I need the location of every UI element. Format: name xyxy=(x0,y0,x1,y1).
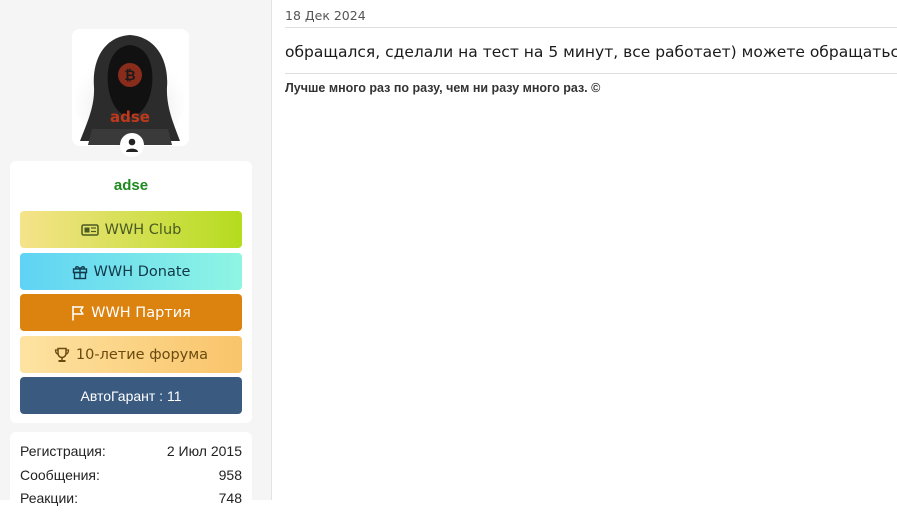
banner-label: 10-летие форума xyxy=(75,346,209,363)
stat-reactions: Реакции: 748 xyxy=(20,490,242,506)
post-date[interactable]: 18 Дек 2024 xyxy=(285,8,366,23)
gift-icon xyxy=(72,265,87,279)
user-online-icon xyxy=(126,138,138,152)
banner-wwh-donate[interactable]: WWH Donate xyxy=(20,253,242,290)
banner-wwh-club[interactable]: WWH Club xyxy=(20,211,242,248)
svg-text:adse: adse xyxy=(110,108,150,126)
banner-wwh-party[interactable]: WWH Партия xyxy=(20,294,242,331)
banner-forum-anniversary[interactable]: 10-летие форума xyxy=(20,336,242,373)
user-sidebar: ₿ adse adse WWH Club WWH Donate WWH Парт… xyxy=(0,0,272,512)
stat-label: Реакции: xyxy=(20,490,78,506)
user-stats-card: Регистрация: 2 Июл 2015 Сообщения: 958 Р… xyxy=(10,432,252,512)
banner-label: WWH Donate xyxy=(93,263,191,280)
post-content: 18 Дек 2024 обращался, сделали на тест н… xyxy=(285,0,897,500)
signature-divider xyxy=(285,73,897,74)
svg-text:₿: ₿ xyxy=(124,68,135,84)
banner-label: WWH Партия xyxy=(91,304,191,321)
banner-autogarant[interactable]: АвтоГарант : 11 xyxy=(20,377,242,414)
stat-value[interactable]: 958 xyxy=(219,467,242,483)
flag-icon xyxy=(72,305,84,320)
username[interactable]: adse xyxy=(10,177,252,194)
ticket-icon xyxy=(80,223,99,236)
stat-value: 2 Июл 2015 xyxy=(166,443,242,459)
user-signature: Лучше много раз по разу, чем ни разу мно… xyxy=(285,81,601,95)
user-info-card: adse WWH Club WWH Donate WWH Партия 10-л… xyxy=(10,161,252,423)
banner-label: WWH Club xyxy=(104,221,182,238)
avatar[interactable]: ₿ adse xyxy=(72,29,189,146)
post-message: обращался, сделали на тест на 5 минут, в… xyxy=(285,43,897,61)
stat-messages: Сообщения: 958 xyxy=(20,467,242,483)
trophy-icon xyxy=(54,347,70,362)
online-status-badge xyxy=(120,133,144,157)
stat-registration: Регистрация: 2 Июл 2015 xyxy=(20,443,242,459)
hooded-figure-avatar-image: ₿ adse xyxy=(72,29,189,146)
banner-label: АвтоГарант : 11 xyxy=(80,387,182,404)
stat-value: 748 xyxy=(218,490,242,506)
stat-label: Сообщения: xyxy=(20,467,100,483)
stat-label: Регистрация: xyxy=(20,443,106,459)
divider xyxy=(285,27,897,28)
